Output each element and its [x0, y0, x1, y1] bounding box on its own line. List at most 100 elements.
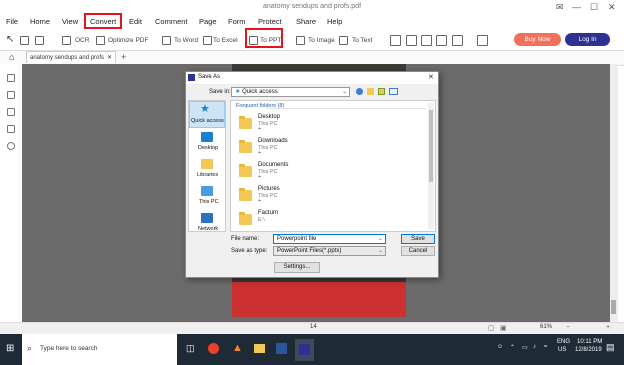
page-number[interactable]: 14 [310, 324, 317, 330]
buy-now-button[interactable]: Buy Now [514, 33, 561, 46]
menu-home[interactable]: Home [30, 17, 50, 26]
maximize-button[interactable]: ☐ [590, 2, 598, 13]
hand-tool-icon[interactable] [20, 36, 29, 45]
close-button[interactable]: ✕ [608, 2, 616, 13]
convert-more-5-icon[interactable] [452, 35, 463, 46]
minimize-button[interactable]: — [572, 2, 581, 12]
windows-start-icon[interactable]: ⊞ [6, 343, 14, 354]
save-in-dropdown[interactable]: ★ Quick access ⌄ [231, 87, 350, 97]
computer-icon[interactable] [201, 186, 213, 196]
pdf-page-image [232, 282, 406, 317]
places-label-desktop[interactable]: Desktop [198, 145, 218, 151]
menu-view[interactable]: View [62, 17, 78, 26]
list-item[interactable]: Factum E:\ [236, 209, 422, 229]
desktop-icon[interactable] [201, 132, 213, 142]
convert-more-4-icon[interactable] [436, 35, 447, 46]
vertical-scrollbar[interactable] [610, 64, 618, 322]
fit-page-icon[interactable]: ▢ [488, 324, 495, 332]
word-icon[interactable] [276, 343, 287, 354]
to-word-button[interactable]: To Word [174, 37, 198, 44]
to-image-button[interactable]: To Image [308, 37, 335, 44]
list-item[interactable]: Downloads This PC ⌖ [236, 137, 422, 159]
new-folder-icon[interactable] [378, 88, 385, 95]
menu-protect[interactable]: Protect [258, 17, 282, 26]
convert-more-1-icon[interactable] [390, 35, 401, 46]
vlc-icon[interactable]: ▲ [232, 342, 243, 354]
back-icon[interactable] [356, 88, 363, 95]
places-label-network[interactable]: Network [198, 226, 218, 232]
to-text-button[interactable]: To Text [352, 37, 372, 44]
ocr-icon[interactable] [62, 36, 71, 45]
notification-icon[interactable]: ▤ [606, 342, 615, 353]
menu-help[interactable]: Help [327, 17, 342, 26]
to-word-icon[interactable] [162, 36, 171, 45]
settings-button[interactable]: Settings... [274, 262, 320, 273]
mail-icon[interactable]: ✉ [556, 2, 564, 13]
convert-more-2-icon[interactable] [406, 35, 417, 46]
file-name-input[interactable]: Powerpoint file ⌄ [273, 234, 386, 244]
optimize-icon[interactable] [96, 36, 105, 45]
task-view-icon[interactable]: ◫ [186, 343, 195, 354]
close-tab-icon[interactable]: ✕ [107, 52, 112, 64]
batch-icon[interactable] [477, 35, 488, 46]
fit-width-icon[interactable]: ▣ [500, 324, 507, 332]
add-tab-button[interactable]: + [121, 52, 126, 62]
language-indicator[interactable]: ENG [557, 339, 570, 345]
file-explorer-icon[interactable] [254, 344, 265, 353]
clock-date[interactable]: 12/8/2019 [575, 347, 602, 353]
convert-highlight-box [84, 13, 122, 29]
log-in-button[interactable]: Log In [565, 33, 610, 46]
menu-file[interactable]: File [6, 17, 18, 26]
comment-panel-icon[interactable] [7, 108, 15, 116]
region-indicator[interactable]: US [558, 347, 566, 353]
zoom-level[interactable]: 61% [540, 324, 552, 330]
attachment-icon[interactable] [7, 125, 15, 133]
chrome-icon[interactable] [208, 343, 219, 354]
edit-tool-icon[interactable] [35, 36, 44, 45]
home-icon[interactable]: ⌂ [9, 52, 14, 62]
list-item[interactable]: Desktop This PC ⌖ [236, 113, 422, 135]
places-label-this-pc[interactable]: This PC [199, 199, 219, 205]
list-item[interactable]: Documents This PC ⌖ [236, 161, 422, 183]
save-button[interactable]: Save [401, 234, 435, 244]
network-tray-icon[interactable]: ▭ [522, 344, 528, 351]
menu-edit[interactable]: Edit [129, 17, 142, 26]
save-type-label: Save as type: [231, 248, 268, 254]
optimize-pdf-button[interactable]: Optimize PDF [108, 37, 148, 44]
bookmark-icon[interactable] [7, 91, 15, 99]
people-icon[interactable]: ☺ [497, 344, 503, 350]
network-icon[interactable] [201, 213, 213, 223]
search-panel-icon[interactable] [7, 142, 15, 150]
chevron-up-icon[interactable]: ⌃ [510, 344, 515, 351]
cancel-button[interactable]: Cancel [401, 246, 435, 256]
dialog-close-icon[interactable]: ✕ [428, 73, 434, 81]
to-excel-icon[interactable] [203, 36, 212, 45]
zoom-out-icon[interactable]: − [566, 324, 570, 331]
view-menu-icon[interactable] [389, 88, 398, 95]
libraries-icon[interactable] [201, 159, 213, 169]
file-list-scroll-thumb[interactable] [429, 110, 433, 182]
scrollbar-thumb[interactable] [611, 300, 616, 314]
volume-icon[interactable]: ♪ [533, 344, 536, 350]
thumbnail-icon[interactable] [7, 74, 15, 82]
to-image-icon[interactable] [296, 36, 305, 45]
zoom-in-icon[interactable]: + [606, 324, 610, 331]
folder-name: Factum [258, 210, 279, 216]
document-tab[interactable]: anatomy sendups and profs ✕ [26, 51, 116, 63]
to-excel-button[interactable]: To Excel [213, 37, 238, 44]
convert-more-3-icon[interactable] [421, 35, 432, 46]
clock-time[interactable]: 10:11 PM [577, 339, 602, 345]
menu-page[interactable]: Page [199, 17, 217, 26]
menu-comment[interactable]: Comment [155, 17, 188, 26]
menu-share[interactable]: Share [296, 17, 316, 26]
menu-form[interactable]: Form [228, 17, 246, 26]
select-cursor-icon[interactable]: ↖ [6, 34, 14, 45]
to-text-icon[interactable] [339, 36, 348, 45]
up-folder-icon[interactable] [367, 88, 374, 95]
places-label-libraries[interactable]: Libraries [197, 172, 218, 178]
taskbar-search-box[interactable]: ⌕ Type here to search [22, 334, 177, 365]
list-item[interactable]: Pictures This PC ⌖ [236, 185, 422, 207]
ocr-button[interactable]: OCR [75, 37, 89, 44]
save-type-select[interactable]: PowerPoint Files(*.pptx) ⌄ [273, 246, 386, 256]
wifi-icon[interactable]: ≈ [544, 344, 547, 350]
